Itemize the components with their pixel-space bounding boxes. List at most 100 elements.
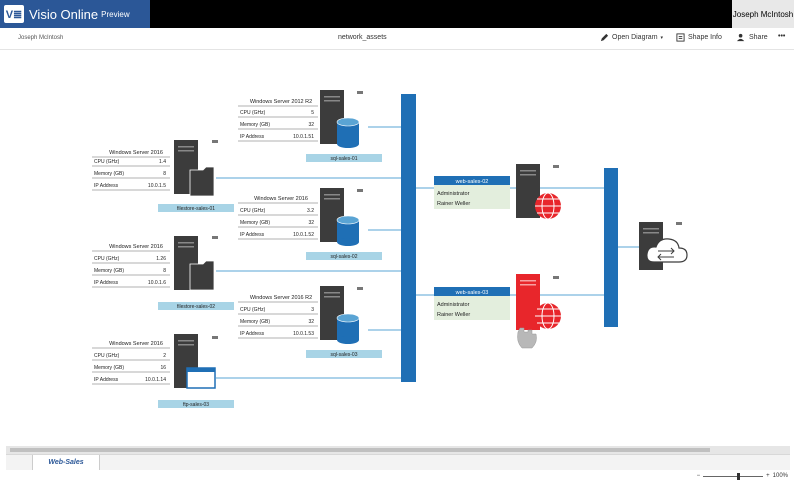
command-bar: Joseph McIntosh network_assets Open Diag…	[0, 28, 794, 50]
more-options-button[interactable]: •••	[778, 33, 785, 40]
ip-label: IP Address	[240, 232, 265, 238]
status-bar: − + 100%	[0, 470, 794, 484]
shape-info-label: Shape Info	[688, 34, 722, 41]
web-server-role: Administrator	[437, 191, 470, 197]
server-web-sales-03[interactable]: web-sales-03 Administrator Rainer Weller	[434, 274, 561, 349]
hand-pointer-icon	[517, 327, 537, 349]
server-name-label: sql-sales-01	[331, 156, 358, 162]
network-bus-web[interactable]	[604, 168, 618, 327]
server-name-label: sql-sales-02	[331, 254, 358, 260]
ip-label: IP Address	[94, 377, 119, 383]
zoom-in-button[interactable]: +	[766, 473, 770, 479]
browser-window-icon	[186, 367, 216, 389]
chevron-down-icon: ▾	[660, 34, 664, 41]
memory-label: Memory (GB)	[94, 365, 124, 371]
network-bus-main[interactable]	[401, 94, 416, 382]
memory-label: Memory (GB)	[240, 122, 270, 128]
server-os: Windows Server 2016	[109, 244, 163, 250]
memory-value: 8	[163, 171, 166, 177]
document-title[interactable]: network_assets	[338, 34, 387, 41]
connectors	[216, 126, 643, 379]
document-owner: Joseph McIntosh	[18, 35, 64, 41]
server-name-label: filestore-sales-01	[177, 206, 215, 212]
database-icon	[336, 313, 360, 344]
server-ftp-sales-03[interactable]: Windows Server 2016 CPU (GHz) 2 Memory (…	[92, 334, 234, 408]
cpu-value: 2	[163, 353, 166, 359]
server-sql-sales-02[interactable]: Windows Server 2016 CPU (GHz) 3.2 Memory…	[238, 188, 382, 260]
title-bar: V≣ Visio Online Preview Joseph McIntosh	[0, 0, 794, 28]
database-icon	[336, 117, 360, 148]
tab-web-sales[interactable]: Web-Sales	[32, 455, 100, 470]
ip-value: 10.0.1.5	[148, 183, 166, 189]
cpu-label: CPU (GHz)	[94, 353, 120, 359]
pencil-icon	[600, 33, 609, 42]
server-name-label: ftp-sales-03	[183, 402, 209, 408]
cpu-value: 5	[311, 110, 314, 116]
ip-value: 10.0.1.52	[293, 232, 314, 238]
zoom-level[interactable]: 100%	[773, 473, 788, 479]
ip-label: IP Address	[94, 183, 119, 189]
server-name-label: sql-sales-03	[331, 352, 358, 358]
ip-value: 10.0.1.51	[293, 134, 314, 140]
web-server-owner: Rainer Weller	[437, 312, 470, 318]
visio-logo-icon: V≣	[4, 5, 24, 23]
ip-label: IP Address	[240, 134, 265, 140]
folder-icon	[189, 260, 215, 291]
ip-value: 10.0.1.6	[148, 280, 166, 286]
memory-label: Memory (GB)	[94, 171, 124, 177]
cpu-value: 3.2	[307, 208, 314, 214]
open-diagram-label: Open Diagram	[612, 34, 658, 41]
cpu-label: CPU (GHz)	[240, 208, 266, 214]
sheet-tabs-bar: Web-Sales	[6, 454, 790, 470]
server-filestore-sales-02[interactable]: Windows Server 2016 CPU (GHz) 1.26 Memor…	[92, 236, 234, 310]
globe-icon	[535, 302, 561, 330]
memory-label: Memory (GB)	[94, 268, 124, 274]
web-server-role: Administrator	[437, 302, 470, 308]
web-server-owner: Rainer Weller	[437, 201, 470, 207]
zoom-slider-knob[interactable]	[737, 472, 741, 480]
zoom-slider[interactable]	[703, 472, 764, 480]
globe-icon	[535, 192, 561, 220]
scrollbar-thumb[interactable]	[10, 448, 710, 452]
server-sql-sales-01[interactable]: Windows Server 2012 R2 CPU (GHz) 5 Memor…	[238, 90, 382, 162]
ip-label: IP Address	[94, 280, 119, 286]
web-server-title: web-sales-02	[455, 179, 489, 185]
memory-value: 32	[308, 319, 314, 325]
app-name: Visio Online	[29, 6, 99, 22]
app-brand[interactable]: V≣ Visio Online Preview	[0, 0, 150, 28]
open-diagram-button[interactable]: Open Diagram ▾	[600, 33, 663, 42]
diagram-canvas[interactable]: Windows Server 2016 CPU (GHz) 1.4 Memory…	[6, 50, 790, 446]
server-os: Windows Server 2012 R2	[250, 99, 312, 105]
memory-label: Memory (GB)	[240, 319, 270, 325]
cpu-label: CPU (GHz)	[94, 256, 120, 262]
cpu-value: 3	[311, 307, 314, 313]
server-sql-sales-03[interactable]: Windows Server 2016 R2 CPU (GHz) 3 Memor…	[238, 286, 382, 358]
network-diagram: Windows Server 2016 CPU (GHz) 1.4 Memory…	[92, 90, 688, 408]
memory-value: 32	[308, 220, 314, 226]
server-web-sales-02[interactable]: web-sales-02 Administrator Rainer Weller	[434, 164, 561, 220]
user-account-button[interactable]: Joseph McIntosh	[732, 0, 794, 28]
share-button[interactable]: Share	[737, 33, 768, 42]
memory-value: 8	[163, 268, 166, 274]
cpu-value: 1.4	[159, 159, 166, 165]
memory-label: Memory (GB)	[240, 220, 270, 226]
cpu-label: CPU (GHz)	[94, 159, 120, 165]
cpu-value: 1.26	[156, 256, 166, 262]
memory-value: 16	[160, 365, 166, 371]
server-os: Windows Server 2016 R2	[250, 295, 312, 301]
app-edition: Preview	[101, 9, 130, 19]
server-os: Windows Server 2016	[109, 341, 163, 347]
horizontal-scrollbar[interactable]	[6, 446, 790, 454]
person-icon	[737, 33, 745, 42]
web-server-title: web-sales-03	[455, 290, 489, 296]
ip-label: IP Address	[240, 331, 265, 337]
server-filestore-sales-01[interactable]: Windows Server 2016 CPU (GHz) 1.4 Memory…	[92, 140, 234, 212]
cloud-gateway-server[interactable]	[639, 222, 688, 270]
memory-value: 32	[308, 122, 314, 128]
zoom-out-button[interactable]: −	[697, 473, 701, 479]
database-icon	[336, 215, 360, 246]
zoom-control: − + 100%	[697, 472, 788, 480]
folder-icon	[189, 166, 215, 197]
share-label: Share	[749, 34, 768, 41]
shape-info-button[interactable]: Shape Info	[676, 33, 722, 42]
